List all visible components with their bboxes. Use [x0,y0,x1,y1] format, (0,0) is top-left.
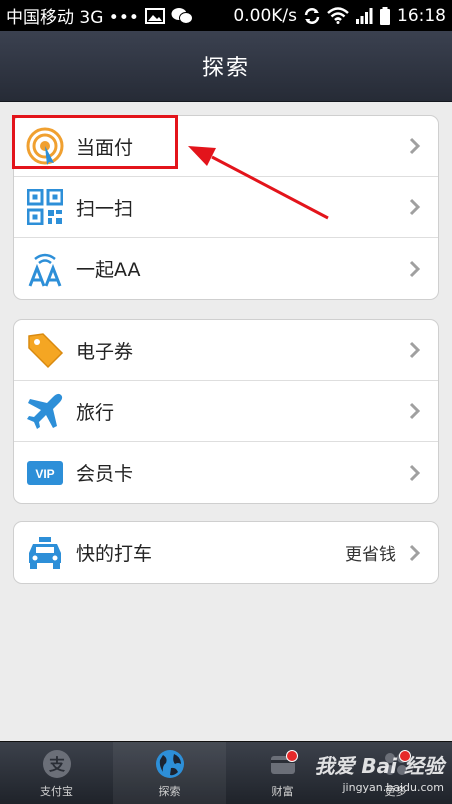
tab-explore[interactable]: 探索 [113,742,226,804]
chevron-right-icon [409,198,421,216]
status-bar: 中国移动 3G ••• 0.00K/s 16:18 [0,0,452,31]
menu-group-services: 电子券 旅行 VIP 会员卡 [13,319,439,504]
qr-scan-icon [25,187,65,227]
watermark-url: jingyan.baidu.com [342,781,444,794]
globe-icon [155,749,184,778]
wechat-icon [171,7,193,24]
chevron-right-icon [409,260,421,277]
menu-item-taxi[interactable]: 快的打车 更省钱 [14,522,438,583]
baidu-watermark: 我爱 Bai 经验 jingyan.baidu.com [314,756,444,798]
watermark-text: 我爱 Bai 经验 [314,754,444,778]
menu-item-label: 快的打车 [76,543,153,565]
airplane-icon [25,391,65,431]
tab-alipay[interactable]: 支 支付宝 [0,742,113,804]
taxi-icon [25,533,65,573]
menu-item-face-pay[interactable]: 当面付 [14,116,438,177]
menu-item-label: 一起AA [76,259,141,281]
menu-item-vip-card[interactable]: VIP 会员卡 [14,442,438,503]
chevron-right-icon [409,137,421,155]
alipay-icon-text: 支 [47,755,65,774]
coupon-tag-icon [25,330,65,370]
chevron-right-icon [409,341,421,359]
picture-notification-icon [144,7,165,24]
face-pay-icon [25,126,65,166]
menu-item-coupon[interactable]: 电子券 [14,320,438,381]
vip-card-icon: VIP [25,453,65,493]
chevron-right-icon [409,402,421,420]
page-title: 探索 [201,56,250,81]
nav-header: 探索 [0,31,452,102]
menu-item-scan[interactable]: 扫一扫 [14,177,438,238]
tab-label: 探索 [158,784,181,798]
wifi-icon [327,7,349,24]
sync-icon [304,7,320,24]
carrier-label: 中国移动 3G ••• [6,8,139,28]
aa-split-icon [25,249,65,289]
chevron-right-icon [409,544,421,561]
menu-group-taxi: 快的打车 更省钱 [13,521,439,584]
tab-label: 支付宝 [40,784,73,798]
promo-label: 更省钱 [345,545,396,565]
signal-icon [356,7,373,24]
notification-badge [286,750,298,762]
chevron-right-icon [409,464,421,481]
menu-item-label: 会员卡 [76,463,134,485]
menu-group-payment: 当面付 扫一扫 一起AA [13,115,439,300]
menu-item-aa[interactable]: 一起AA [14,238,438,299]
menu-item-label: 扫一扫 [76,197,134,220]
menu-item-label: 当面付 [76,136,134,159]
alipay-icon: 支 [42,749,71,778]
tab-label: 财富 [271,784,294,798]
clock-label: 16:18 [397,5,446,26]
battery-icon [380,6,390,25]
vip-icon-text: VIP [35,467,54,481]
menu-item-label: 电子券 [76,340,134,363]
menu-item-label: 旅行 [76,401,115,424]
menu-item-travel[interactable]: 旅行 [14,381,438,442]
network-speed-label: 0.00K/s [233,5,297,26]
